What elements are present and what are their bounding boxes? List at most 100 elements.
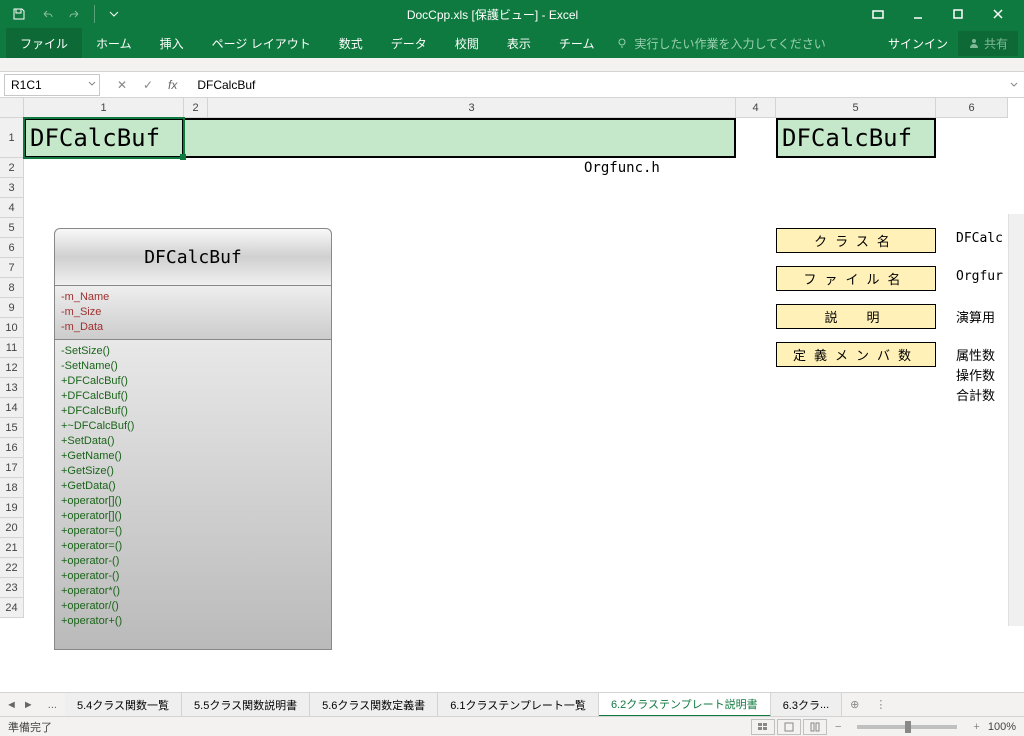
redo-icon[interactable]: [62, 3, 88, 25]
uml-op: -SetName(): [61, 359, 325, 374]
col-header[interactable]: 5: [776, 98, 936, 117]
zoom-in-icon[interactable]: +: [973, 721, 979, 733]
tab-home[interactable]: ホーム: [82, 28, 146, 58]
row-header[interactable]: 4: [0, 198, 23, 218]
cell-r1c5[interactable]: DFCalcBuf: [776, 118, 936, 158]
fx-icon[interactable]: fx: [168, 78, 177, 92]
value-filename: Orgfur: [956, 269, 1003, 284]
close-icon[interactable]: [978, 0, 1018, 28]
uml-op: +operator[](): [61, 494, 325, 509]
row-header[interactable]: 8: [0, 278, 23, 298]
sheet-tab-6[interactable]: 6.3クラ ...: [771, 693, 842, 717]
bulb-icon: [616, 37, 628, 49]
expand-formula-icon[interactable]: [1004, 80, 1024, 90]
row-header[interactable]: 20: [0, 518, 23, 538]
uml-op: +SetData(): [61, 434, 325, 449]
uml-op: +operator*(): [61, 584, 325, 599]
row-header[interactable]: 13: [0, 378, 23, 398]
tab-layout[interactable]: ページ レイアウト: [198, 28, 325, 58]
row-header[interactable]: 7: [0, 258, 23, 278]
col-header[interactable]: 3: [208, 98, 736, 117]
row-header[interactable]: 18: [0, 478, 23, 498]
tab-nav-prev-icon[interactable]: ◄: [6, 699, 17, 711]
row-header[interactable]: 9: [0, 298, 23, 318]
cell-r1c1[interactable]: DFCalcBuf: [24, 118, 184, 158]
row-header[interactable]: 11: [0, 338, 23, 358]
page-layout-view-icon[interactable]: [777, 719, 801, 735]
sheet-tab-1[interactable]: 5.4クラス関数一覧: [65, 693, 182, 717]
row-header[interactable]: 2: [0, 158, 23, 178]
person-icon: [968, 37, 980, 49]
row-header[interactable]: 1: [0, 118, 23, 158]
cancel-formula-icon[interactable]: ✕: [110, 75, 134, 95]
uml-attr: -m_Size: [61, 305, 325, 320]
col-header[interactable]: 6: [936, 98, 1008, 117]
page-break-view-icon[interactable]: [803, 719, 827, 735]
row-header[interactable]: 5: [0, 218, 23, 238]
accept-formula-icon[interactable]: ✓: [136, 75, 160, 95]
chevron-down-icon[interactable]: [87, 78, 97, 92]
vertical-scrollbar[interactable]: [1008, 214, 1024, 626]
undo-icon[interactable]: [34, 3, 60, 25]
row-header[interactable]: 19: [0, 498, 23, 518]
sheet-tab-2[interactable]: 5.5クラス関数説明書: [182, 693, 310, 717]
tab-nav-next-icon[interactable]: ►: [23, 699, 34, 711]
row-header[interactable]: 12: [0, 358, 23, 378]
row-header[interactable]: 6: [0, 238, 23, 258]
col-header[interactable]: 2: [184, 98, 208, 117]
col-header[interactable]: 1: [24, 98, 184, 117]
zoom-level[interactable]: 100%: [988, 721, 1016, 733]
cell-merged-b1[interactable]: [184, 118, 736, 158]
add-sheet-icon[interactable]: ⊕: [842, 698, 867, 711]
qat-customize-icon[interactable]: [101, 3, 127, 25]
label-desc: 説 明: [776, 304, 936, 329]
uml-op: +DFCalcBuf(): [61, 374, 325, 389]
row-header[interactable]: 22: [0, 558, 23, 578]
uml-op: -SetSize(): [61, 344, 325, 359]
row-header[interactable]: 10: [0, 318, 23, 338]
row-header[interactable]: 16: [0, 438, 23, 458]
uml-op: +operator/(): [61, 599, 325, 614]
select-all-corner[interactable]: [0, 98, 24, 118]
minimize-icon[interactable]: [898, 0, 938, 28]
save-icon[interactable]: [6, 3, 32, 25]
row-header[interactable]: 21: [0, 538, 23, 558]
tell-me-search[interactable]: 実行したい作業を入力してください: [616, 35, 825, 52]
uml-attributes: -m_Name-m_Size-m_Data: [54, 286, 332, 340]
row-header[interactable]: 17: [0, 458, 23, 478]
row-header[interactable]: 23: [0, 578, 23, 598]
uml-op: +operator[](): [61, 509, 325, 524]
normal-view-icon[interactable]: [751, 719, 775, 735]
col-header[interactable]: 4: [736, 98, 776, 117]
sheet-tab-3[interactable]: 5.6クラス関数定義書: [310, 693, 438, 717]
formula-bar[interactable]: [189, 74, 1004, 96]
sheet-tab-5[interactable]: 6.2クラステンプレート説明書: [599, 693, 771, 717]
tab-view[interactable]: 表示: [493, 28, 545, 58]
uml-op: +DFCalcBuf(): [61, 404, 325, 419]
zoom-slider[interactable]: [857, 725, 957, 729]
tab-review[interactable]: 校閲: [441, 28, 493, 58]
tab-insert[interactable]: 挿入: [146, 28, 198, 58]
maximize-icon[interactable]: [938, 0, 978, 28]
row-header[interactable]: 14: [0, 398, 23, 418]
share-button[interactable]: 共有: [958, 31, 1018, 56]
tab-overflow[interactable]: ...: [40, 699, 65, 711]
tab-file[interactable]: ファイル: [6, 28, 82, 58]
zoom-out-icon[interactable]: −: [835, 721, 841, 733]
tab-menu-icon[interactable]: ⋮: [867, 698, 894, 711]
row-header[interactable]: 24: [0, 598, 23, 618]
uml-attr: -m_Data: [61, 320, 325, 335]
tab-data[interactable]: データ: [377, 28, 441, 58]
sheet-tab-4[interactable]: 6.1クラステンプレート一覧: [438, 693, 599, 717]
uml-op: +operator=(): [61, 524, 325, 539]
row-header[interactable]: 3: [0, 178, 23, 198]
tab-team[interactable]: チーム: [545, 28, 609, 58]
uml-op: +GetData(): [61, 479, 325, 494]
ribbon-options-icon[interactable]: [858, 0, 898, 28]
signin-link[interactable]: サインイン: [888, 35, 948, 52]
tab-formulas[interactable]: 数式: [325, 28, 377, 58]
name-box[interactable]: R1C1: [4, 74, 100, 96]
value-op: 操作数: [956, 365, 995, 384]
row-header[interactable]: 15: [0, 418, 23, 438]
window-title: DocCpp.xls [保護ビュー] - Excel: [127, 6, 858, 23]
